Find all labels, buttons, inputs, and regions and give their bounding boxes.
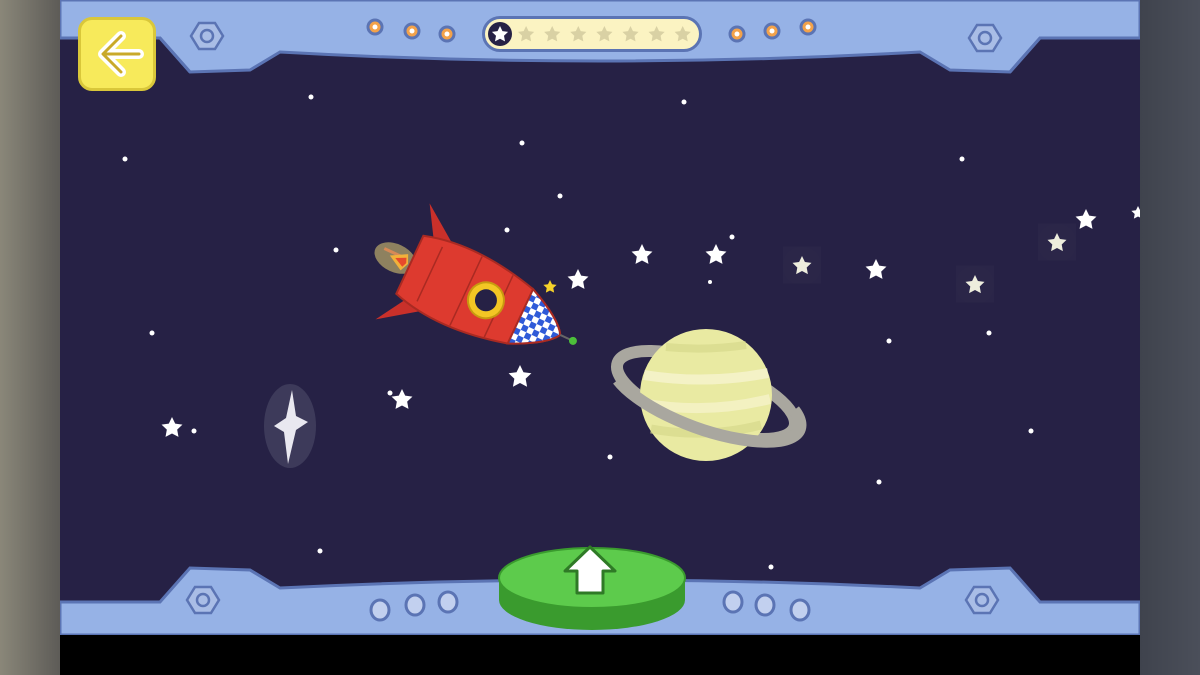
star-2	[631, 244, 653, 264]
star-7	[1047, 233, 1067, 252]
collected-star-gold	[543, 280, 557, 293]
hex-bolt-left-icon	[189, 21, 225, 51]
star-10	[508, 365, 532, 387]
arrow-left-icon	[98, 31, 144, 77]
star-5	[865, 259, 887, 279]
star-dots	[122, 94, 1034, 570]
space-background	[122, 94, 1140, 570]
ringed-planet	[610, 329, 807, 461]
star-8	[1075, 209, 1097, 229]
left-letterbox	[0, 0, 60, 675]
game-screen	[0, 0, 1200, 675]
star-11	[391, 389, 413, 409]
hex-bolt-right-icon	[967, 23, 1003, 53]
star-9	[1131, 206, 1140, 219]
navigation-bar	[60, 634, 1140, 675]
back-button[interactable]	[78, 17, 156, 91]
star-6	[965, 275, 985, 294]
star-4	[792, 256, 812, 275]
right-letterbox	[1140, 0, 1200, 675]
star-3	[705, 244, 727, 264]
space-scene	[60, 0, 1140, 634]
spinning-star	[264, 384, 316, 468]
launch-button[interactable]	[497, 545, 687, 633]
star-12	[161, 417, 183, 437]
hex-bolt-bottom-left-icon	[185, 585, 221, 615]
hex-bolt-bottom-right-icon	[964, 585, 1000, 615]
star-1	[567, 269, 589, 289]
star-progress-bar	[482, 16, 702, 52]
rocket	[374, 203, 577, 345]
